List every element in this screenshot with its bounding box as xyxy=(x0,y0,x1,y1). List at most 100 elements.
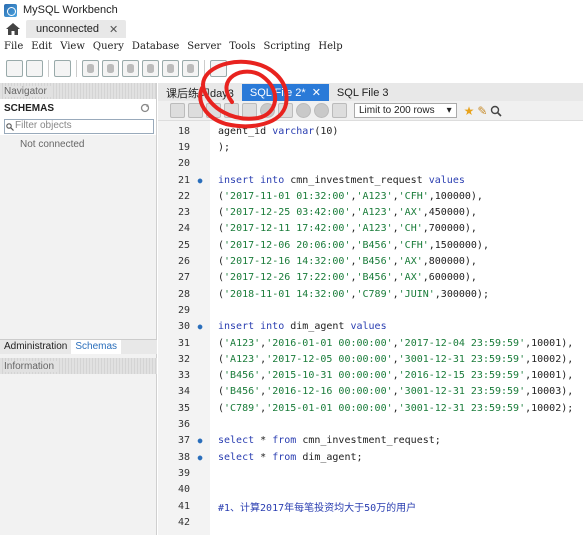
code-text: #1、计算2017年每笔投资均大于50万的用户 xyxy=(210,499,416,514)
menu-help[interactable]: Help xyxy=(314,41,346,52)
commit-icon[interactable] xyxy=(296,103,311,118)
code-line[interactable]: 25 ('2017-12-06 20:06:00','B456','CFH',15… xyxy=(158,237,583,253)
reconnect-button[interactable] xyxy=(210,60,227,77)
home-tab[interactable] xyxy=(0,20,26,38)
code-line[interactable]: 18 agent_id varchar(10) xyxy=(158,123,583,139)
code-line[interactable]: 32 ('A123','2017-12-05 00:00:00','3001-12… xyxy=(158,351,583,367)
code-line[interactable]: 42 xyxy=(158,514,583,530)
code-token: insert into xyxy=(218,321,291,333)
create-function-button[interactable] xyxy=(162,60,179,77)
tab-sql-file-3[interactable]: SQL File 3 xyxy=(329,84,397,101)
save-icon[interactable] xyxy=(188,103,203,118)
code-token: * xyxy=(260,451,273,463)
schemas-title: SCHEMAS xyxy=(4,102,55,114)
code-line[interactable]: 38 ● select * from dim_agent; xyxy=(158,449,583,465)
tab-administration[interactable]: Administration xyxy=(0,340,71,354)
sql-editor[interactable]: 18 agent_id varchar(10) 19); 20 21 ● insert in… xyxy=(158,121,583,535)
rollback-icon[interactable] xyxy=(314,103,329,118)
menu-scripting[interactable]: Scripting xyxy=(259,41,314,52)
open-file-icon[interactable] xyxy=(170,103,185,118)
close-icon[interactable]: ✕ xyxy=(312,86,321,99)
close-icon[interactable]: ✕ xyxy=(109,23,118,36)
line-number: 22 xyxy=(177,190,190,202)
menu-query[interactable]: Query xyxy=(89,41,128,52)
menu-server[interactable]: Server xyxy=(183,41,225,52)
menu-tools[interactable]: Tools xyxy=(225,41,259,52)
code-token: '3001-12-31 23:59:59' xyxy=(398,353,526,365)
code-line[interactable]: 41 #1、计算2017年每笔投资均大于50万的用户 xyxy=(158,498,583,514)
statement-marker-icon: ● xyxy=(197,175,203,185)
code-line[interactable]: 39 xyxy=(158,465,583,481)
statement-marker-icon: ● xyxy=(197,452,203,462)
new-sql-tab-button[interactable] xyxy=(6,60,23,77)
code-token: '2017-12-25 03:42:00' xyxy=(224,207,351,219)
execute-current-icon[interactable] xyxy=(224,103,239,118)
code-token: varchar xyxy=(272,125,315,137)
tab-schemas[interactable]: Schemas xyxy=(71,340,122,354)
toggle-continue-icon[interactable] xyxy=(278,103,293,118)
code-line[interactable]: 30 ● insert into dim_agent values xyxy=(158,319,583,335)
connection-tab[interactable]: unconnected ✕ xyxy=(26,20,127,38)
code-token: 'B456' xyxy=(356,239,393,251)
create-procedure-button[interactable] xyxy=(142,60,159,77)
filter-objects-input[interactable]: Filter objects xyxy=(4,118,154,134)
stop-icon[interactable] xyxy=(260,103,275,118)
star-icon[interactable]: ★ xyxy=(464,104,475,118)
code-line[interactable]: 36 xyxy=(158,416,583,432)
code-token: values xyxy=(428,174,465,186)
code-line[interactable]: 28 ('2018-11-01 14:32:00','C789','JUIN',3… xyxy=(158,286,583,302)
document-tab-bar: 课后练习day3 SQL File 2* ✕ SQL File 3 xyxy=(158,83,583,101)
code-line[interactable]: 31 ('A123','2016-01-01 00:00:00','2017-12… xyxy=(158,335,583,351)
code-line[interactable]: 19); xyxy=(158,139,583,155)
code-line[interactable]: 26 ('2017-12-16 14:32:00','B456','AX',800… xyxy=(158,253,583,269)
search-table-data-button[interactable] xyxy=(182,60,199,77)
code-line[interactable]: 23 ('2017-12-25 03:42:00','A123','AX',450… xyxy=(158,205,583,221)
line-number: 28 xyxy=(177,288,190,300)
code-line[interactable]: 21 ● insert into cmn_investment_request va… xyxy=(158,172,583,188)
line-number: 30 xyxy=(177,321,190,333)
code-token: select xyxy=(218,435,261,447)
code-line[interactable]: 35 ('C789','2015-01-01 00:00:00','3001-12… xyxy=(158,400,583,416)
limit-rows-select[interactable]: Limit to 200 rows ▾ xyxy=(354,103,457,118)
execute-icon[interactable] xyxy=(206,103,221,118)
create-schema-button[interactable] xyxy=(82,60,99,77)
menu-database[interactable]: Database xyxy=(128,41,183,52)
explain-icon[interactable] xyxy=(242,103,257,118)
tab-sql-file-2[interactable]: SQL File 2* ✕ xyxy=(241,84,329,101)
code-text: ('2017-12-16 14:32:00','B456','AX',80000… xyxy=(210,256,477,267)
code-line[interactable]: 33 ('B456','2015-10-31 00:00:00','2016-12… xyxy=(158,368,583,384)
code-token: 'A123' xyxy=(356,223,393,235)
code-token: ,300000); xyxy=(434,288,489,300)
code-line[interactable]: 20 xyxy=(158,156,583,172)
code-token: 'A123' xyxy=(224,353,261,365)
code-token: ,1500000), xyxy=(428,239,489,251)
workbench-logo-icon xyxy=(4,3,17,17)
line-number: 23 xyxy=(177,207,190,219)
information-header: Information xyxy=(0,358,157,374)
tab-homework-day3[interactable]: 课后练习day3 xyxy=(158,84,242,101)
code-token: ,10001), xyxy=(525,370,574,382)
code-line[interactable]: 40 xyxy=(158,482,583,498)
code-text: ('2017-11-01 01:32:00','A123','CFH',1000… xyxy=(210,191,483,202)
code-line[interactable]: 24 ('2017-12-11 17:42:00','A123','CH',700… xyxy=(158,221,583,237)
inspector-button[interactable] xyxy=(54,60,71,77)
refresh-icon[interactable] xyxy=(140,103,150,113)
find-icon[interactable] xyxy=(490,105,503,117)
code-line[interactable]: 34 ('B456','2016-12-16 00:00:00','3001-12… xyxy=(158,384,583,400)
menu-view[interactable]: View xyxy=(56,41,89,52)
code-line[interactable]: 22 ('2017-11-01 01:32:00','A123','CFH',10… xyxy=(158,188,583,204)
main-toolbar xyxy=(0,55,583,82)
menu-edit[interactable]: Edit xyxy=(27,41,56,52)
create-table-button[interactable] xyxy=(102,60,119,77)
beautify-icon[interactable]: ✎ xyxy=(477,104,487,118)
title-bar: MySQL Workbench xyxy=(0,0,583,20)
menu-file[interactable]: File xyxy=(0,41,27,52)
code-line[interactable]: 29 xyxy=(158,302,583,318)
code-line[interactable]: 27 ('2017-12-26 17:22:00','B456','AX',600… xyxy=(158,270,583,286)
autocommit-icon[interactable] xyxy=(332,103,347,118)
open-sql-script-button[interactable] xyxy=(26,60,43,77)
code-line[interactable]: 37 ● select * from cmn_investment_request; xyxy=(158,433,583,449)
create-view-button[interactable] xyxy=(122,60,139,77)
code-token: ); xyxy=(218,141,231,153)
code-token: '2017-12-16 14:32:00' xyxy=(224,256,351,268)
